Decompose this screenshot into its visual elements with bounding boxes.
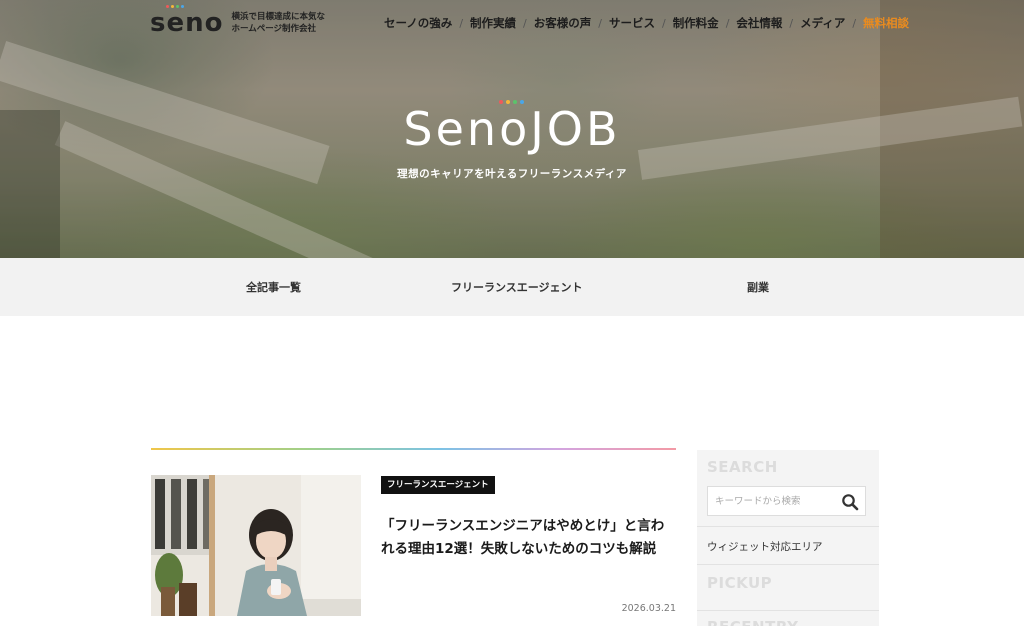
brand-wordmark: SenoJOB — [403, 102, 621, 156]
nav-strengths[interactable]: セーノの強み — [384, 15, 452, 31]
post-category-badge[interactable]: フリーランスエージェント — [381, 476, 495, 494]
widget-area-text: ウィジェット対応エリア — [707, 541, 823, 553]
search-heading: SEARCH — [707, 458, 778, 476]
logo-dots — [166, 5, 184, 8]
nav-media[interactable]: メディア — [800, 15, 845, 31]
brand-dots — [499, 100, 525, 104]
sidebar-divider — [697, 526, 879, 527]
nav-testimonials[interactable]: お客様の声 — [534, 15, 592, 31]
nav-pricing[interactable]: 制作料金 — [673, 15, 719, 31]
nav-company[interactable]: 会社情報 — [736, 15, 782, 31]
search-input[interactable] — [708, 487, 838, 515]
pickup-heading: PICKUP — [707, 574, 773, 592]
woman-with-phone-image — [151, 475, 361, 616]
rainbow-divider — [151, 448, 676, 450]
nav-separator: / — [725, 16, 730, 30]
sidebar-divider — [697, 610, 879, 611]
category-all-articles[interactable]: 全記事一覧 — [246, 279, 301, 295]
post-title[interactable]: 「フリーランスエンジニアはやめとけ」と言われる理由12選！失敗しないためのコツも… — [381, 515, 677, 561]
category-freelance-agent[interactable]: フリーランスエージェント — [451, 279, 583, 295]
nav-separator: / — [789, 16, 794, 30]
media-brand: SenoJOB 理想のキャリアを叶えるフリーランスメディア — [0, 100, 1024, 181]
brand-subtitle: 理想のキャリアを叶えるフリーランスメディア — [397, 168, 627, 180]
nav-separator: / — [661, 16, 666, 30]
nav-free-consultation[interactable]: 無料相談 — [863, 15, 909, 31]
nav-separator: / — [598, 16, 602, 30]
site-logo[interactable]: seno 横浜で目標達成に本気な ホームページ制作会社 — [150, 5, 325, 38]
nav-separator: / — [459, 16, 464, 30]
nav-separator: / — [523, 16, 527, 30]
search-icon[interactable] — [841, 493, 859, 511]
global-nav: セーノの強み / 制作実績 / お客様の声 / サービス / 制作料金 / 会社… — [384, 14, 909, 32]
post-date: 2026.03.21 — [621, 603, 676, 614]
category-side-job[interactable]: 副業 — [747, 279, 769, 295]
post-thumbnail[interactable] — [151, 475, 361, 616]
search-box — [707, 486, 866, 516]
sidebar-divider — [697, 564, 879, 565]
brand-logo[interactable]: SenoJOB — [403, 100, 620, 158]
category-nav: 全記事一覧 フリーランスエージェント 副業 — [0, 258, 1024, 316]
logo-tagline: 横浜で目標達成に本気な ホームページ制作会社 — [231, 12, 325, 34]
logo-wordmark: seno — [150, 8, 224, 38]
nav-works[interactable]: 制作実績 — [470, 15, 516, 31]
hero-banner: seno 横浜で目標達成に本気な ホームページ制作会社 セーノの強み / 制作実… — [0, 0, 1024, 258]
sidebar: SEARCH ウィジェット対応エリア PICKUP RECENTRY — [697, 450, 879, 626]
nav-separator: / — [852, 16, 857, 30]
recently-heading: RECENTRY — [707, 618, 798, 626]
nav-services[interactable]: サービス — [609, 15, 655, 31]
